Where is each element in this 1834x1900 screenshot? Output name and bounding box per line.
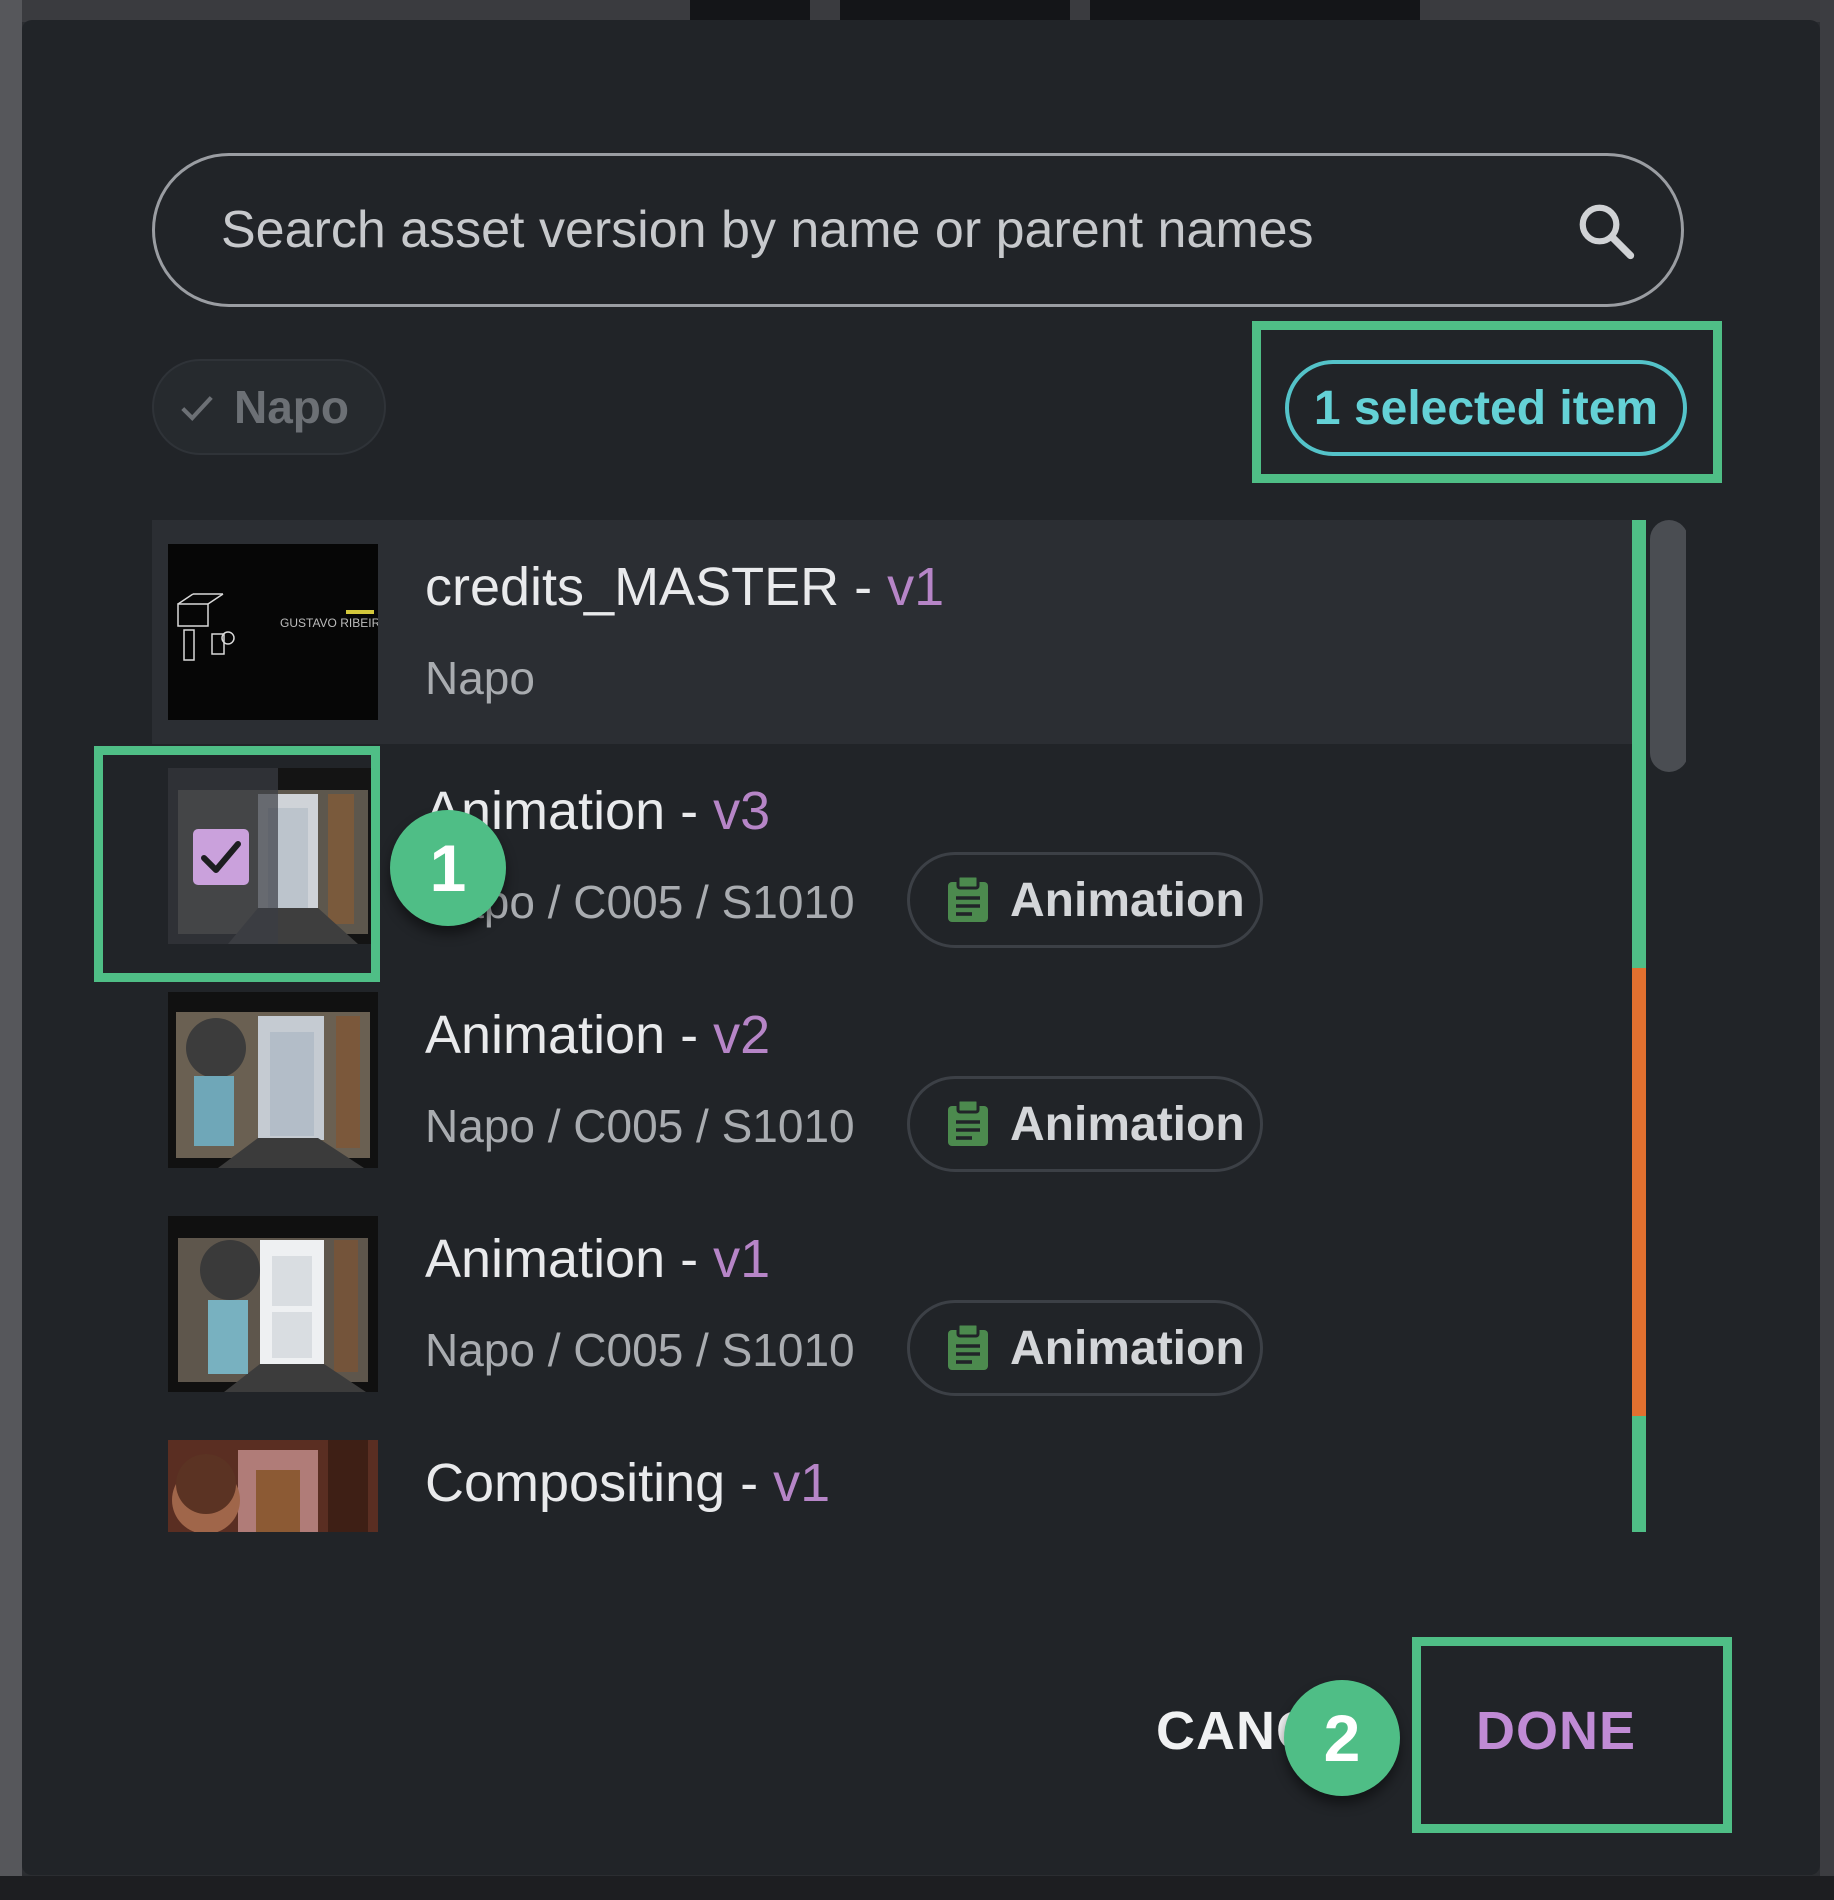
item-version: v1	[713, 1229, 771, 1289]
app-background-left	[0, 0, 22, 1900]
item-name: Animation	[425, 1005, 666, 1065]
search-field[interactable]	[152, 153, 1684, 307]
thumbnail-credits: GUSTAVO RIBEIRO	[168, 544, 378, 720]
step-badge-2: 2	[1284, 1680, 1400, 1796]
done-button[interactable]: DONE	[1476, 1700, 1636, 1762]
project-filter-chip[interactable]: Napo	[152, 359, 386, 455]
selected-items-chip[interactable]: 1 selected item	[1285, 360, 1687, 456]
asset-version-list[interactable]: GUSTAVO RIBEIRO credits_MASTER - v1 Napo	[152, 520, 1686, 1532]
status-bar-segment	[1632, 1416, 1646, 1532]
app-background-right	[1820, 0, 1834, 1900]
thumbnail-compositing	[168, 1440, 378, 1532]
type-chip-label: Animation	[1010, 1321, 1245, 1375]
clipboard-icon	[948, 1324, 988, 1370]
animation-thumbnail-image	[168, 1216, 378, 1392]
thumbnail-animation-v2	[168, 992, 378, 1168]
type-chip: Animation	[907, 1300, 1263, 1396]
credits-thumbnail-image: GUSTAVO RIBEIRO	[168, 544, 378, 720]
check-icon	[181, 396, 213, 422]
item-version: v1	[773, 1453, 831, 1513]
item-name: credits_MASTER	[425, 557, 840, 617]
item-title: Compositing - v1	[425, 1453, 831, 1513]
filter-chip-label: Napo	[234, 381, 349, 433]
item-title: Animation - v1	[425, 1229, 771, 1289]
app-background-top	[0, 0, 1834, 22]
clipboard-icon	[948, 876, 988, 922]
checkbox-highlight	[94, 746, 380, 982]
search-icon[interactable]	[1575, 200, 1637, 262]
item-version: v2	[713, 1005, 771, 1065]
thumb-credit-text: GUSTAVO RIBEIRO	[280, 616, 378, 630]
item-path: Napo	[425, 652, 535, 704]
type-chip-label: Animation	[1010, 1097, 1245, 1151]
clipboard-icon	[948, 1100, 988, 1146]
app-background-bottom	[0, 1876, 1834, 1900]
item-name: Compositing	[425, 1453, 726, 1513]
list-item[interactable]: Animation - v2 Napo / C005 / S1010 Anima…	[152, 968, 1632, 1192]
type-chip-label: Animation	[1010, 873, 1245, 927]
list-item[interactable]: GUSTAVO RIBEIRO credits_MASTER - v1 Napo	[152, 520, 1632, 744]
list-scrollbar-thumb[interactable]	[1650, 520, 1686, 772]
item-path: Napo / C005 / S1010	[425, 1100, 855, 1152]
animation-thumbnail-image	[168, 992, 378, 1168]
item-version: v1	[887, 557, 945, 617]
list-item[interactable]: Animation - v1 Napo / C005 / S1010 Anima…	[152, 1192, 1632, 1416]
search-input[interactable]	[219, 199, 1523, 261]
item-title: Animation - v2	[425, 1005, 771, 1065]
item-title: credits_MASTER - v1	[425, 557, 945, 617]
list-item[interactable]: Compositing - v1	[152, 1416, 1632, 1532]
compositing-thumbnail-image	[168, 1440, 378, 1532]
step-badge-1: 1	[390, 810, 506, 926]
item-version: v3	[713, 781, 771, 841]
type-chip: Animation	[907, 852, 1263, 948]
status-bar-segment	[1632, 520, 1646, 968]
status-bar-segment	[1632, 968, 1646, 1416]
item-name: Animation	[425, 1229, 666, 1289]
thumbnail-animation-v1	[168, 1216, 378, 1392]
type-chip: Animation	[907, 1076, 1263, 1172]
item-path: Napo / C005 / S1010	[425, 1324, 855, 1376]
